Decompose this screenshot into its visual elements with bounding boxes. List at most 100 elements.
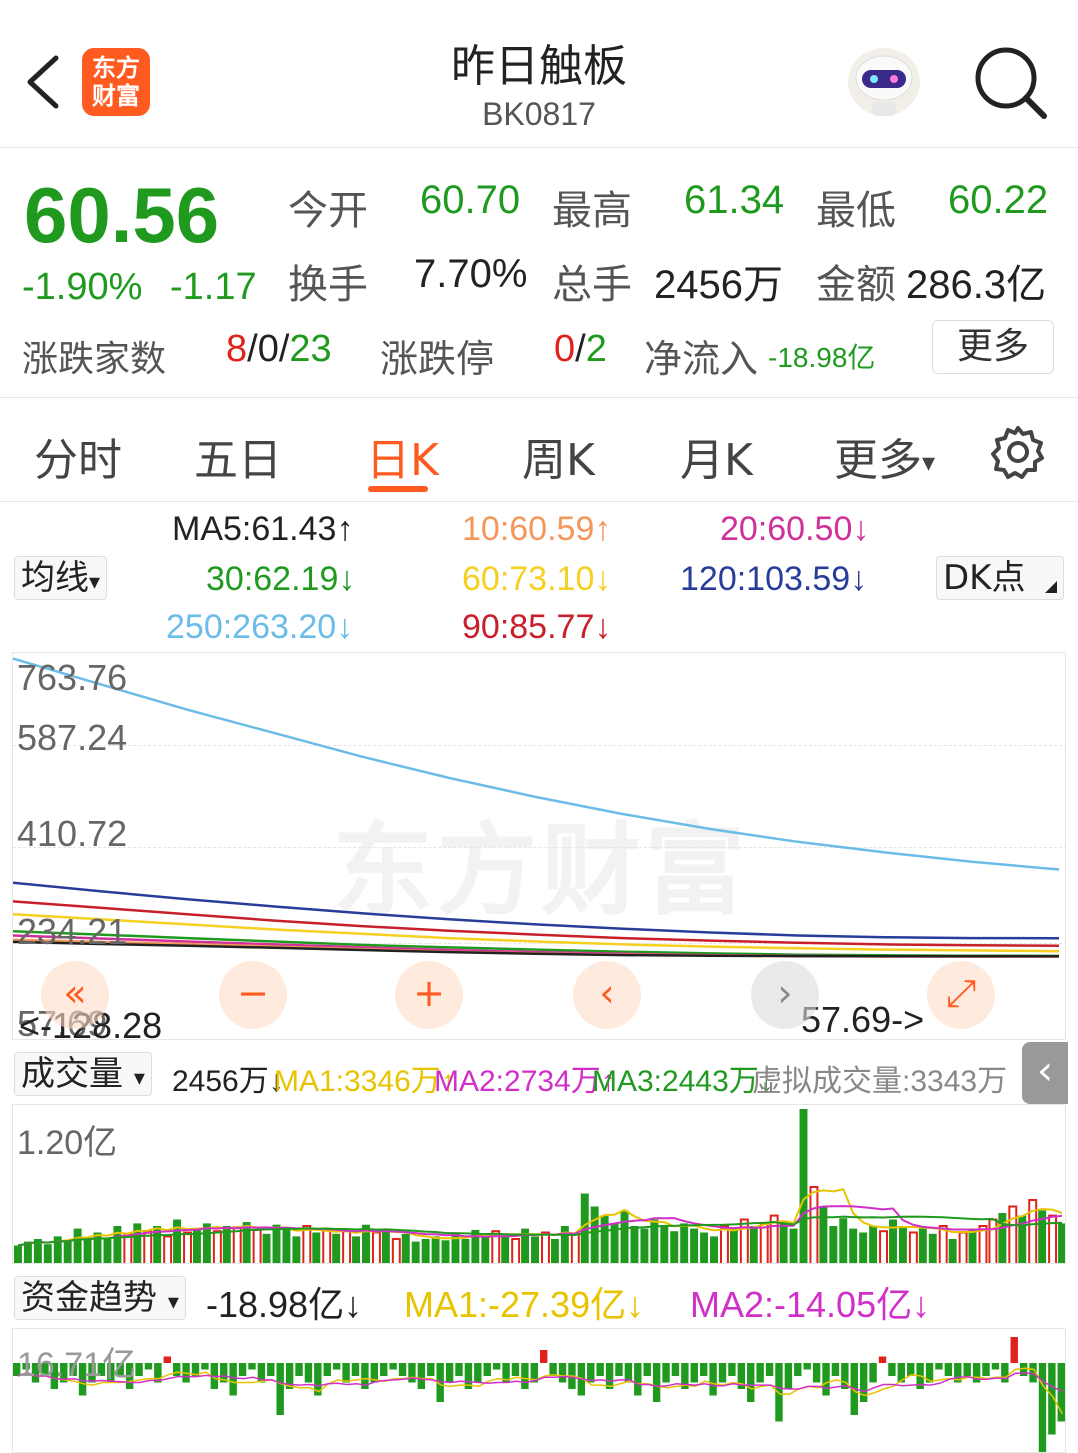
- high-label: 最高: [552, 188, 632, 234]
- y-tick: 763.76: [17, 657, 128, 698]
- side-panel-toggle[interactable]: ‹: [1022, 1042, 1068, 1104]
- volume-selector-label: 成交量: [21, 1054, 123, 1094]
- volume-bar: [541, 1231, 550, 1263]
- ma120-label: 120:103.59↓: [680, 560, 868, 598]
- volume-bar: [43, 1244, 52, 1263]
- volume-bar: [183, 1231, 192, 1263]
- chevron-left-icon: ‹: [1037, 1048, 1053, 1094]
- fund-bar: [728, 1363, 736, 1376]
- quote-panel: 60.56 -1.90% -1.17 今开 60.70 最高 61.34 最低 …: [0, 150, 1078, 398]
- volume-bars: [14, 1109, 1065, 1263]
- fund-bar: [869, 1363, 877, 1383]
- zoom-out-icon[interactable]: −: [219, 961, 287, 1029]
- fund-bar: [605, 1363, 614, 1389]
- fund-bar: [634, 1363, 642, 1396]
- fund-bar: [671, 1363, 680, 1376]
- volume-bar: [302, 1225, 312, 1263]
- tab-daily-k[interactable]: 日K: [366, 424, 439, 488]
- volume-bar: [352, 1236, 361, 1263]
- tab-monthly-k[interactable]: 月K: [680, 424, 753, 488]
- fund-bar: [652, 1363, 661, 1402]
- volume-bar: [839, 1218, 848, 1263]
- fund-bar: [511, 1363, 520, 1376]
- fund-bar: [549, 1363, 557, 1376]
- fund-bar: [878, 1356, 887, 1363]
- fund-bar: [718, 1363, 727, 1383]
- inflow-label: 净流入: [644, 337, 759, 381]
- volume-bar: [431, 1236, 440, 1263]
- search-icon[interactable]: [972, 44, 1048, 120]
- volume-bar: [749, 1226, 758, 1263]
- fund-value: -18.98亿↓: [206, 1284, 363, 1325]
- dk-point-button[interactable]: DK点: [936, 556, 1064, 600]
- more-button[interactable]: 更多: [932, 320, 1054, 374]
- virtual-volume: 虚拟成交量:3343万: [752, 1065, 1008, 1098]
- assistant-robot-icon[interactable]: [842, 42, 926, 122]
- fund-bar: [963, 1363, 971, 1376]
- fund-bar: [822, 1363, 830, 1396]
- fund-chart[interactable]: 16.71亿: [12, 1328, 1066, 1453]
- turnover-label: 换手: [288, 262, 368, 308]
- volume-ma1: MA1:3346万↑: [274, 1065, 456, 1098]
- fund-selector-label: 资金趋势: [21, 1278, 157, 1318]
- gear-icon[interactable]: [990, 424, 1046, 480]
- fund-bar: [248, 1363, 256, 1370]
- volume-bar: [332, 1233, 341, 1263]
- volume-y-top: 1.20亿: [17, 1124, 118, 1162]
- kline-chart[interactable]: 东方财富 763.76 587.24 410.72 234.21 57.69 <…: [12, 652, 1066, 1040]
- high-value: 61.34: [684, 178, 785, 222]
- fund-bar: [1038, 1363, 1047, 1452]
- volume-bar: [381, 1228, 390, 1263]
- fund-bar: [380, 1363, 388, 1376]
- tab-five-day[interactable]: 五日: [194, 424, 282, 488]
- volume-bar: [411, 1241, 420, 1263]
- fund-bar: [417, 1363, 426, 1389]
- fund-selector[interactable]: 资金趋势 ▾: [14, 1276, 186, 1320]
- y-tick: 234.21: [17, 911, 128, 952]
- zoom-in-icon[interactable]: +: [395, 961, 463, 1029]
- fund-bar: [888, 1363, 896, 1376]
- tab-intraday[interactable]: 分时: [34, 424, 122, 488]
- volume-value: 2456万: [654, 263, 783, 307]
- rewind-icon[interactable]: «: [41, 961, 109, 1029]
- volume-bar: [282, 1228, 291, 1263]
- fund-bar: [699, 1363, 708, 1376]
- volume-selector[interactable]: 成交量 ▾: [14, 1052, 152, 1096]
- volume-bar: [680, 1223, 689, 1263]
- volume-bar: [262, 1233, 271, 1263]
- fund-bar: [304, 1363, 313, 1383]
- scroll-left-icon[interactable]: ‹: [573, 961, 641, 1029]
- fund-bar: [332, 1363, 341, 1370]
- fullscreen-icon[interactable]: ⤢: [927, 961, 995, 1029]
- fund-bar: [455, 1363, 463, 1376]
- volume-bar: [988, 1218, 998, 1263]
- ma60-label: 60:73.10↓: [462, 560, 612, 598]
- fund-bar: [1019, 1363, 1028, 1376]
- volume-chart[interactable]: 1.20亿: [12, 1104, 1066, 1264]
- dk-point-label: DK点: [943, 558, 1026, 598]
- volume-bar: [630, 1226, 639, 1263]
- volume-bar: [898, 1226, 907, 1263]
- volume-bar: [1058, 1223, 1065, 1263]
- fund-bar: [201, 1363, 209, 1370]
- y-tick: 410.72: [17, 813, 128, 854]
- fund-bar: [408, 1363, 416, 1383]
- chevron-down-icon: ▾: [922, 448, 936, 478]
- tab-weekly-k[interactable]: 周K: [522, 424, 595, 488]
- volume-bar: [103, 1239, 112, 1263]
- scroll-right-icon[interactable]: ›: [751, 961, 819, 1029]
- breadth-value: 8/0/23: [226, 328, 332, 371]
- fund-bar: [784, 1363, 793, 1389]
- tab-more[interactable]: 更多▾: [834, 424, 935, 488]
- fund-bar: [342, 1363, 350, 1383]
- ma-selector[interactable]: 均线▾: [14, 556, 108, 600]
- top-bar: 东方 财富 昨日触板 BK0817: [0, 0, 1078, 148]
- volume-bar: [1008, 1205, 1018, 1263]
- fund-bar: [163, 1356, 171, 1363]
- volume-bar: [292, 1236, 301, 1263]
- volume-bar: [690, 1228, 699, 1263]
- fund-bar: [172, 1363, 181, 1376]
- volume-bar: [570, 1232, 580, 1263]
- volume-bar: [322, 1228, 332, 1263]
- fund-ma2: MA2:-14.05亿↓: [690, 1284, 931, 1325]
